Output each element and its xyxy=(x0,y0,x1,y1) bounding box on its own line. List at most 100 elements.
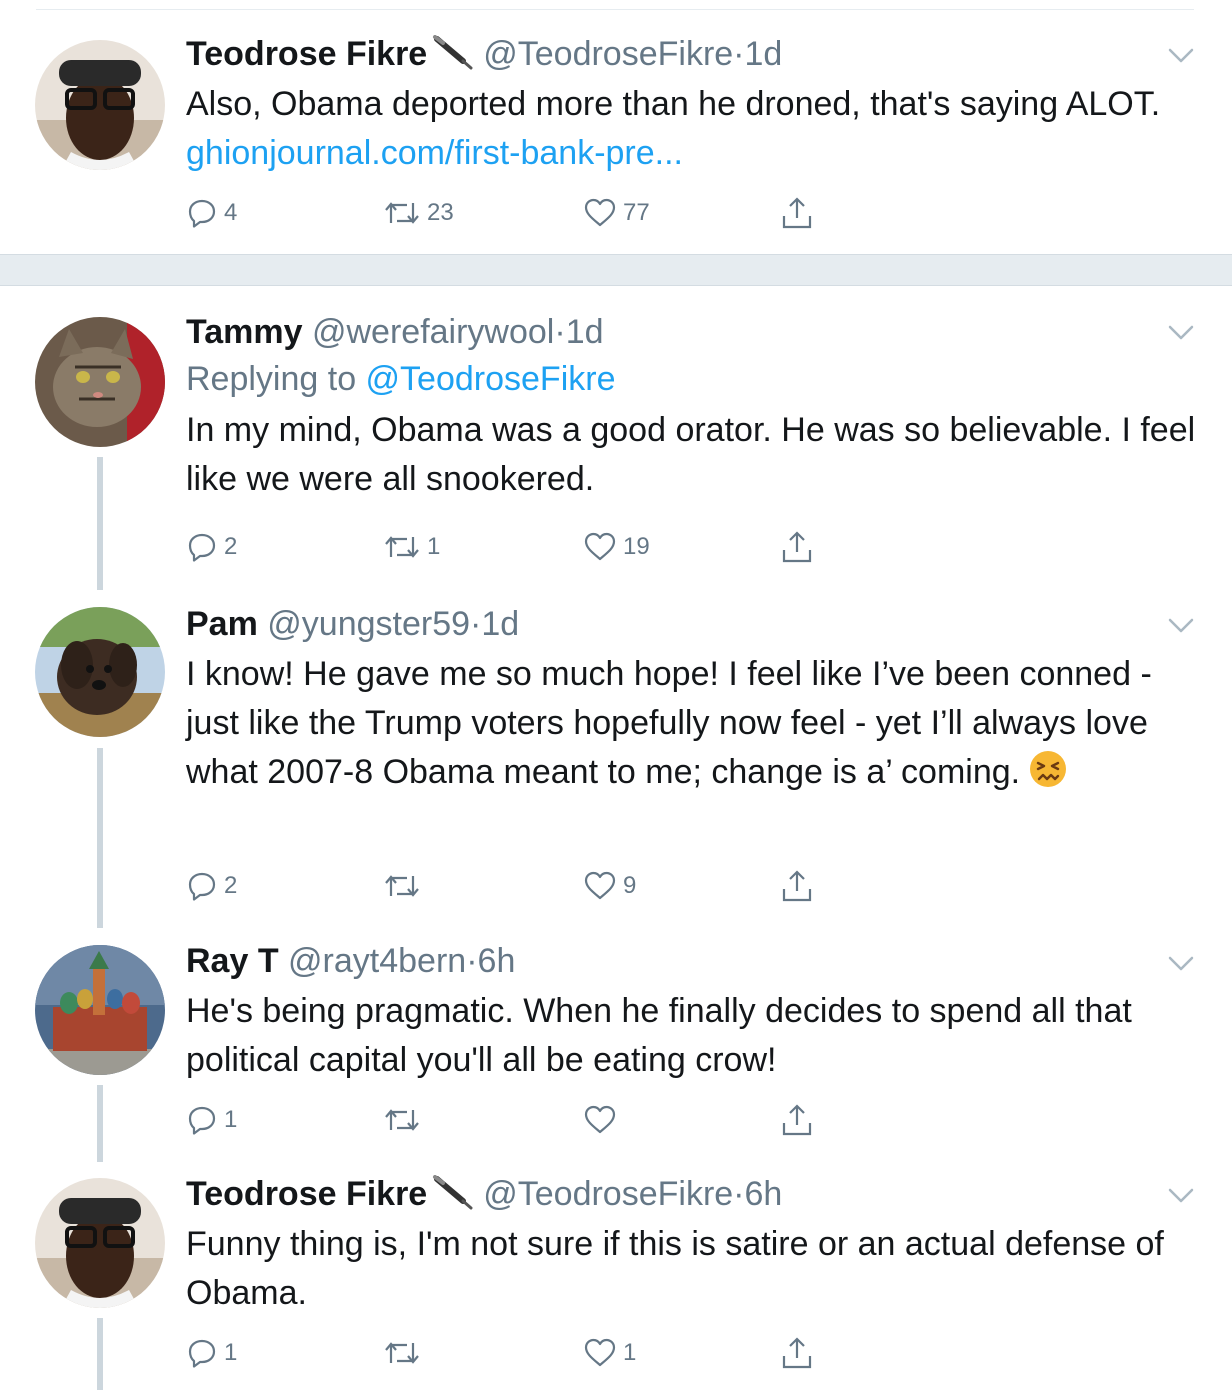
user-handle[interactable]: @werefairywool xyxy=(312,313,554,351)
thread-line xyxy=(97,1085,103,1162)
like-icon xyxy=(584,1105,616,1134)
avatar[interactable] xyxy=(35,945,165,1075)
thread-line xyxy=(97,457,103,590)
retweet-count: 23 xyxy=(427,199,454,226)
replying-to-handle[interactable]: @TeodroseFikre xyxy=(366,360,616,398)
reply-count: 4 xyxy=(224,199,238,226)
timestamp[interactable]: 1d xyxy=(745,35,783,73)
share-icon xyxy=(782,870,812,902)
reply-count: 1 xyxy=(224,1106,238,1133)
separator-dot: · xyxy=(466,942,478,980)
replying-to: Replying to @TeodroseFikre xyxy=(186,356,1196,402)
tweet-card[interactable]: Tammy @werefairywool·1d Replying to @Teo… xyxy=(0,287,1232,590)
user-handle[interactable]: @TeodroseFikre xyxy=(483,35,733,73)
avatar[interactable] xyxy=(35,40,165,170)
share-button[interactable] xyxy=(780,1333,814,1373)
like-icon xyxy=(584,871,616,900)
avatar[interactable] xyxy=(35,1178,165,1308)
chevron-down-icon[interactable] xyxy=(1168,325,1194,341)
timestamp[interactable]: 1d xyxy=(481,605,519,643)
share-button[interactable] xyxy=(780,866,814,906)
retweet-icon xyxy=(385,536,419,558)
reply-button[interactable]: 2 xyxy=(186,527,237,567)
share-icon xyxy=(782,1337,812,1369)
retweet-button[interactable] xyxy=(383,1333,427,1373)
user-handle[interactable]: @yungster59 xyxy=(267,605,470,643)
avatar[interactable] xyxy=(35,607,165,737)
display-name[interactable]: Teodrose Fikre xyxy=(186,1175,427,1213)
like-icon xyxy=(584,1338,616,1367)
display-name[interactable]: Ray T xyxy=(186,942,279,980)
reply-icon xyxy=(188,533,216,562)
reply-button[interactable]: 2 xyxy=(186,866,237,906)
share-icon xyxy=(782,197,812,229)
retweet-icon xyxy=(385,1109,419,1131)
tweet-text: I know! He gave me so much hope! I feel … xyxy=(186,655,1152,791)
timestamp[interactable]: 6h xyxy=(745,1175,783,1213)
reply-button[interactable]: 1 xyxy=(186,1100,237,1140)
thread-line xyxy=(97,1318,103,1390)
retweet-button[interactable] xyxy=(383,1100,427,1140)
reply-button[interactable]: 1 xyxy=(186,1333,237,1373)
like-button[interactable]: 9 xyxy=(583,866,636,906)
tweet-actions: 2 9 xyxy=(186,866,886,906)
share-icon xyxy=(782,1104,812,1136)
tweet-actions: 2 1 19 xyxy=(186,527,886,567)
tweet-card[interactable]: Pam @yungster59·1d I know! He gave me so… xyxy=(0,590,1232,928)
like-button[interactable]: 77 xyxy=(583,193,650,233)
retweet-button[interactable]: 1 xyxy=(383,527,440,567)
retweet-count: 1 xyxy=(427,533,441,560)
user-handle[interactable]: @TeodroseFikre xyxy=(483,1175,733,1213)
chevron-down-icon[interactable] xyxy=(1168,956,1194,972)
reply-icon xyxy=(188,1106,216,1135)
separator-dot: · xyxy=(733,35,745,73)
reply-icon xyxy=(188,1339,216,1368)
replying-to-label: Replying to xyxy=(186,360,366,398)
retweet-button[interactable]: 23 xyxy=(383,193,454,233)
like-count: 1 xyxy=(623,1339,637,1366)
timestamp[interactable]: 6h xyxy=(478,942,516,980)
tweet-link[interactable]: ghionjournal.com/first-bank-pre... xyxy=(186,134,683,172)
reply-count: 2 xyxy=(224,533,238,560)
retweet-icon xyxy=(385,1342,419,1364)
reply-count: 1 xyxy=(224,1339,238,1366)
retweet-button[interactable] xyxy=(383,866,427,906)
timestamp[interactable]: 1d xyxy=(566,313,604,351)
like-button[interactable]: 1 xyxy=(583,1333,636,1373)
reply-icon xyxy=(188,872,216,901)
separator-dot: · xyxy=(470,605,482,643)
share-icon xyxy=(782,531,812,563)
like-button[interactable] xyxy=(583,1100,623,1140)
tweet-card[interactable]: Ray T @rayt4bern·6h He's being pragmatic… xyxy=(0,928,1232,1162)
display-name[interactable]: Teodrose Fikre xyxy=(186,35,427,73)
thread-line xyxy=(97,748,103,928)
user-handle[interactable]: @rayt4bern xyxy=(288,942,466,980)
reply-icon xyxy=(188,199,216,228)
separator-dot: · xyxy=(554,313,566,351)
tweet-actions: 1 xyxy=(186,1100,886,1140)
chevron-down-icon[interactable] xyxy=(1168,618,1194,634)
like-icon xyxy=(584,532,616,561)
tweet-actions: 1 1 xyxy=(186,1333,886,1373)
separator-dot: · xyxy=(733,1175,745,1213)
share-button[interactable] xyxy=(780,527,814,567)
tweet-text: He's being pragmatic. When he finally de… xyxy=(186,992,1132,1079)
avatar[interactable] xyxy=(35,317,165,447)
tweet-text: Also, Obama deported more than he droned… xyxy=(186,85,1161,123)
display-name[interactable]: Tammy xyxy=(186,313,303,351)
tweet-card[interactable]: Teodrose Fikre @TeodroseFikre·1d Also, Ob… xyxy=(0,0,1232,254)
retweet-icon xyxy=(385,202,419,224)
tweet-card[interactable]: Teodrose Fikre @TeodroseFikre·6h Funny th… xyxy=(0,1162,1232,1390)
like-icon xyxy=(584,198,616,227)
share-button[interactable] xyxy=(780,193,814,233)
tweet-actions: 4 23 77 xyxy=(186,193,886,233)
conversation-separator xyxy=(0,254,1232,286)
reply-button[interactable]: 4 xyxy=(186,193,237,233)
like-button[interactable]: 19 xyxy=(583,527,650,567)
display-name[interactable]: Pam xyxy=(186,605,258,643)
chevron-down-icon[interactable] xyxy=(1168,1188,1194,1204)
retweet-icon xyxy=(385,875,419,897)
chevron-down-icon[interactable] xyxy=(1168,48,1194,64)
share-button[interactable] xyxy=(780,1100,814,1140)
reply-count: 2 xyxy=(224,872,238,899)
